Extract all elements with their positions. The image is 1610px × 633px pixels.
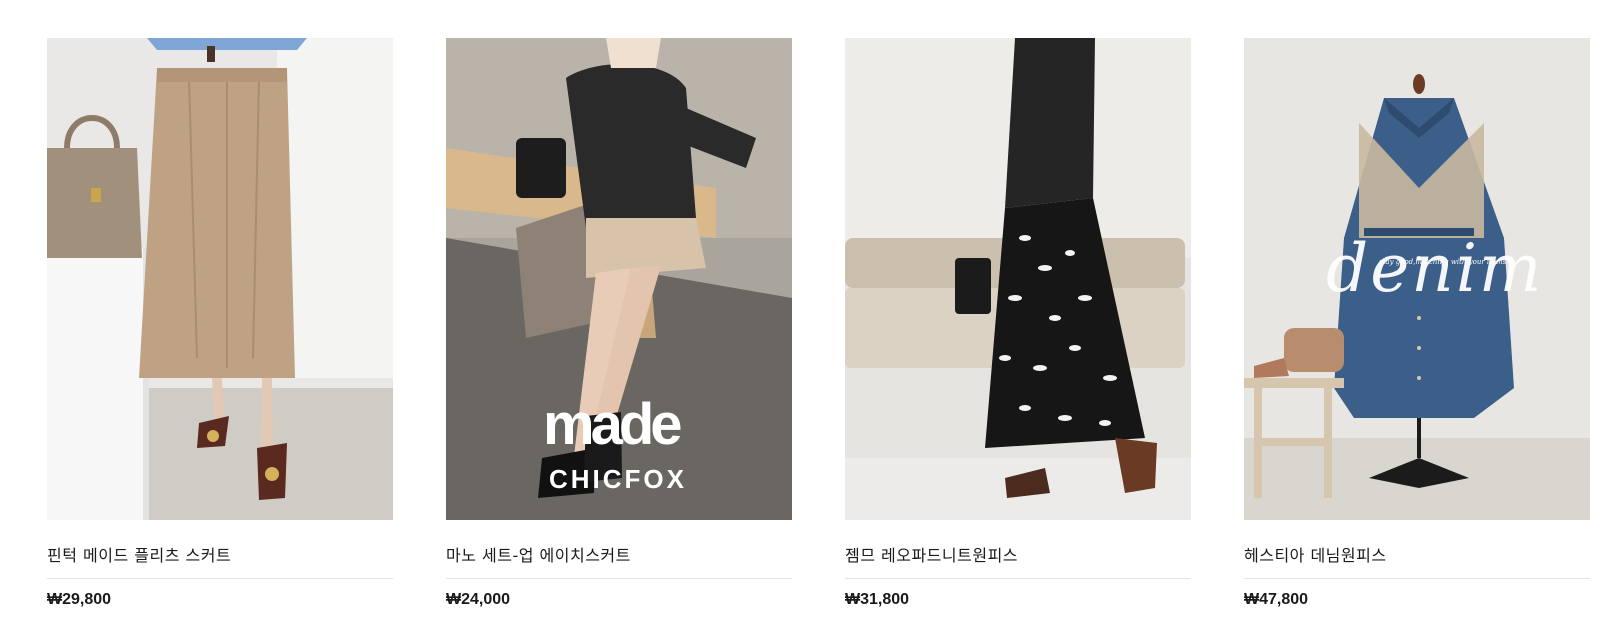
divider [446,578,792,579]
divider [845,578,1191,579]
brand-overlay-tagline: stay good,matching with your items [1379,258,1507,266]
product-image[interactable]: denim stay good,matching with your items [1244,38,1590,520]
product-name[interactable]: 핀턱 메이드 플리츠 스커트 [47,546,393,566]
divider [47,578,393,579]
product-photo-skirt [47,38,393,520]
product-price: ₩24,000 [446,591,511,608]
product-image[interactable] [47,38,393,520]
product-price: ₩31,800 [845,591,910,608]
product-card[interactable]: denim stay good,matching with your items… [1244,38,1590,610]
product-card[interactable]: made CHICFOX 마노 세트-업 에이치스커트 ₩24,000 [446,38,792,610]
brand-overlay-script: denim [1326,230,1544,307]
product-image[interactable] [845,38,1191,520]
product-price: ₩47,800 [1244,591,1309,608]
product-name[interactable]: 마노 세트-업 에이치스커트 [446,546,792,566]
product-card[interactable]: 젬므 레오파드니트원피스 ₩31,800 [845,38,1191,610]
product-grid: 핀턱 메이드 플리츠 스커트 ₩29,800 made CHICFOX 마노 세… [47,38,1590,618]
product-price: ₩29,800 [47,591,112,608]
product-name[interactable]: 헤스티아 데님원피스 [1244,546,1590,566]
product-name[interactable]: 젬므 레오파드니트원피스 [845,546,1191,566]
product-image[interactable]: made CHICFOX [446,38,792,520]
divider [1244,578,1590,579]
product-photo-leopard-dress [845,38,1191,520]
brand-overlay-title: made [543,392,683,457]
brand-overlay-name: CHICFOX [549,464,687,494]
product-card[interactable]: 핀턱 메이드 플리츠 스커트 ₩29,800 [47,38,393,610]
